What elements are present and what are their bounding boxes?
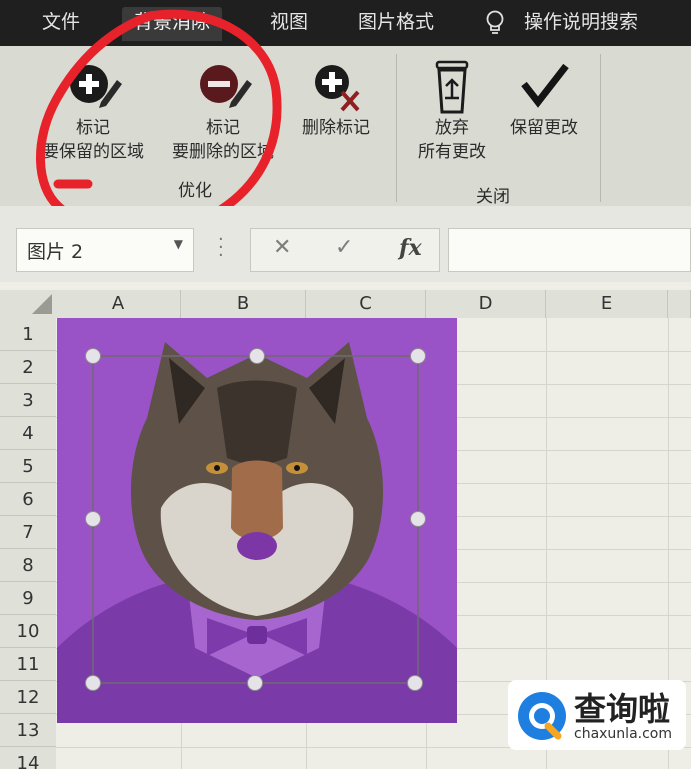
resize-handle-bottom-right[interactable]: [407, 675, 423, 691]
resize-handle-right[interactable]: [410, 511, 426, 527]
discard-label-line2: 所有更改: [418, 142, 486, 162]
mark-areas-to-remove-button[interactable]: 标记 要删除的区域: [158, 58, 288, 164]
row-header[interactable]: 9: [0, 582, 56, 615]
formula-input[interactable]: [448, 228, 691, 272]
chevron-down-icon[interactable]: ▼: [174, 237, 183, 251]
insert-function-icon[interactable]: fx: [399, 235, 422, 261]
column-header[interactable]: D: [426, 290, 546, 318]
wolf-portrait-image: [57, 342, 457, 723]
tab-background-removal[interactable]: 背景消除: [122, 7, 223, 41]
column-header[interactable]: E: [546, 290, 668, 318]
mark-keep-label-line2: 要保留的区域: [42, 142, 144, 162]
watermark-url: chaxunla.com: [574, 726, 672, 742]
more-options-icon[interactable]: · · ·: [218, 231, 224, 265]
column-header[interactable]: B: [181, 290, 306, 318]
row-header[interactable]: 6: [0, 483, 56, 516]
watermark-title: 查询啦: [574, 690, 671, 728]
discard-label-line1: 放弃: [435, 118, 469, 138]
plus-pencil-icon: [70, 65, 122, 108]
recycle-bin-icon: [435, 60, 469, 114]
delete-mark-icon: [315, 65, 360, 112]
watermark-badge: 查询啦 chaxunla.com: [508, 680, 686, 750]
ribbon: 标记 要保留的区域 标记 要删除的区域 删除标记 放弃 所有更改 保留更改 优化…: [0, 46, 691, 207]
column-header[interactable]: C: [306, 290, 426, 318]
row-header[interactable]: 4: [0, 417, 56, 450]
group-separator: [600, 54, 601, 202]
resize-handle-left[interactable]: [85, 511, 101, 527]
delete-mark-button[interactable]: 删除标记: [290, 58, 382, 140]
select-all-corner[interactable]: [0, 290, 56, 318]
tell-me-search[interactable]: 操作说明搜索: [512, 7, 650, 41]
discard-all-changes-button[interactable]: 放弃 所有更改: [404, 58, 500, 164]
mark-remove-label-line2: 要删除的区域: [172, 142, 274, 162]
column-header[interactable]: A: [56, 290, 181, 318]
magnifier-logo-icon: [518, 692, 566, 740]
row-header[interactable]: 5: [0, 450, 56, 483]
row-header[interactable]: 13: [0, 714, 56, 747]
row-header[interactable]: 10: [0, 615, 56, 648]
resize-handle-top[interactable]: [249, 348, 265, 364]
group-label-refine: 优化: [178, 181, 212, 201]
row-header[interactable]: 2: [0, 351, 56, 384]
resize-handle-bottom-left[interactable]: [85, 675, 101, 691]
delete-mark-label: 删除标记: [302, 118, 370, 138]
group-separator: [396, 54, 397, 202]
cancel-icon[interactable]: ✕: [273, 235, 291, 260]
enter-icon[interactable]: ✓: [335, 235, 353, 260]
row-header[interactable]: 1: [0, 318, 56, 351]
checkmark-icon: [521, 63, 569, 108]
tab-file[interactable]: 文件: [30, 7, 92, 41]
formula-buttons: ✕ ✓ fx: [250, 228, 440, 272]
mark-areas-to-keep-button[interactable]: 标记 要保留的区域: [28, 58, 158, 164]
inserted-picture[interactable]: [57, 318, 457, 723]
row-header[interactable]: 8: [0, 549, 56, 582]
column-header[interactable]: [668, 290, 691, 318]
row-header[interactable]: 7: [0, 516, 56, 549]
resize-handle-bottom[interactable]: [247, 675, 263, 691]
row-header[interactable]: 14: [0, 747, 56, 769]
minus-pencil-icon: [200, 65, 252, 108]
tab-view[interactable]: 视图: [258, 7, 320, 41]
row-header[interactable]: 3: [0, 384, 56, 417]
name-box-value: 图片 2: [27, 241, 84, 263]
mark-keep-label-line1: 标记: [76, 118, 110, 138]
tab-picture-format[interactable]: 图片格式: [346, 7, 446, 41]
keep-changes-label: 保留更改: [510, 118, 578, 138]
group-label-close: 关闭: [476, 187, 510, 207]
ribbon-tab-bar: 文件 背景消除 视图 图片格式 操作说明搜索: [0, 0, 691, 46]
resize-handle-top-left[interactable]: [85, 348, 101, 364]
resize-handle-top-right[interactable]: [410, 348, 426, 364]
row-header[interactable]: 11: [0, 648, 56, 681]
formula-bar: 图片 2 ▼ · · · ✕ ✓ fx: [0, 206, 691, 282]
row-header[interactable]: 12: [0, 681, 56, 714]
mark-remove-label-line1: 标记: [206, 118, 240, 138]
lightbulb-icon[interactable]: [484, 10, 506, 36]
keep-changes-button[interactable]: 保留更改: [500, 58, 588, 140]
name-box[interactable]: 图片 2 ▼: [16, 228, 194, 272]
